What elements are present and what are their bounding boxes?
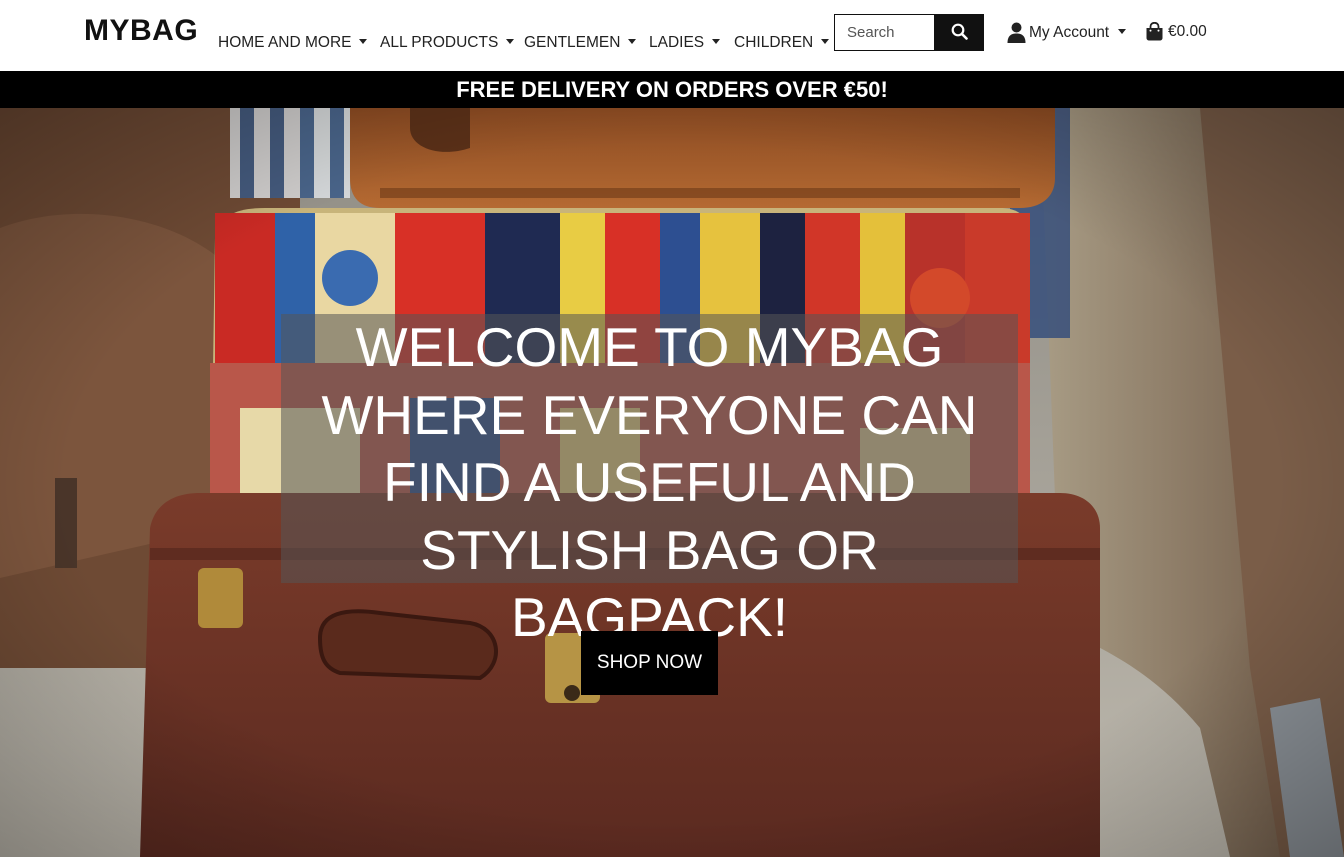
nav-item-all-products[interactable]: ALL PRODUCTS	[380, 34, 515, 52]
nav-item-ladies[interactable]: LADIES	[649, 34, 721, 52]
shop-now-button[interactable]: SHOP NOW	[581, 631, 718, 695]
nav-item-home-and-more[interactable]: HOME AND MORE	[218, 34, 368, 52]
caret-down-icon	[628, 39, 637, 45]
user-icon	[1007, 22, 1026, 43]
free-delivery-banner: FREE DELIVERY ON ORDERS OVER €50!	[0, 71, 1344, 108]
cart-button[interactable]: €0.00	[1145, 22, 1207, 41]
caret-down-icon	[359, 39, 368, 45]
search-icon	[951, 23, 968, 40]
caret-down-icon	[506, 39, 515, 45]
caret-down-icon	[821, 39, 830, 45]
nav-item-label: CHILDREN	[734, 34, 814, 51]
caret-down-icon	[1118, 29, 1127, 34]
nav-item-label: HOME AND MORE	[218, 34, 352, 51]
nav-item-children[interactable]: CHILDREN	[734, 34, 830, 52]
my-account-dropdown[interactable]: My Account	[1007, 22, 1127, 43]
search-button[interactable]	[934, 14, 984, 51]
brand-logo[interactable]: MYBAG	[84, 14, 198, 48]
search-input[interactable]	[834, 14, 935, 51]
caret-down-icon	[712, 39, 721, 45]
nav-item-label: GENTLEMEN	[524, 34, 621, 51]
my-account-label: My Account	[1029, 23, 1110, 41]
shopping-bag-icon	[1146, 22, 1163, 41]
banner-text: FREE DELIVERY ON ORDERS OVER €50!	[456, 77, 888, 102]
top-navbar: MYBAG HOME AND MORE ALL PRODUCTS GENTLEM…	[0, 0, 1344, 71]
nav-item-label: LADIES	[649, 34, 705, 51]
hero-section: Welcome to MyBag where everyone can find…	[0, 108, 1344, 857]
nav-item-gentlemen[interactable]: GENTLEMEN	[524, 34, 637, 52]
nav-item-label: ALL PRODUCTS	[380, 34, 499, 51]
cart-total: €0.00	[1168, 22, 1207, 40]
hero-title: Welcome to MyBag where everyone can find…	[321, 316, 978, 648]
